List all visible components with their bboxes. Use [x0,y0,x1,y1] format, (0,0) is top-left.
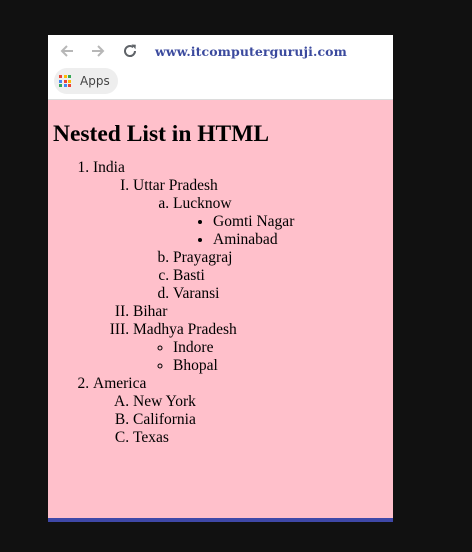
arrow-right-icon [92,45,105,57]
page-heading: Nested List in HTML [53,121,270,147]
list-item-lucknow: Lucknow Gomti Nagar Aminabad [173,195,388,249]
list-item-bhopal: Bhopal [173,357,388,375]
list-item-california: California [133,411,388,429]
list-item-india: India Uttar Pradesh Lucknow Gomti Nagar … [93,159,388,375]
uttar-pradesh-city-list: Lucknow Gomti Nagar Aminabad Prayagraj B… [133,195,388,303]
reload-icon [124,44,137,57]
list-item-aminabad: Aminabad [213,231,388,249]
apps-grid-icon [59,75,71,87]
list-item-new-york: New York [133,393,388,411]
madhya-pradesh-city-list: Indore Bhopal [133,339,388,375]
list-item-label: India [93,159,125,176]
list-item-texas: Texas [133,429,388,447]
list-item-label: America [93,375,147,392]
america-state-list: New York California Texas [93,393,388,447]
apps-label: Apps [80,74,110,88]
list-item-uttar-pradesh: Uttar Pradesh Lucknow Gomti Nagar Aminab… [133,177,388,303]
address-bar-url[interactable]: www.itcomputerguruji.com [155,44,347,59]
list-item-label: Uttar Pradesh [133,177,218,194]
list-item-prayagraj: Prayagraj [173,249,388,267]
india-state-list: Uttar Pradesh Lucknow Gomti Nagar Aminab… [93,177,388,375]
list-item-bihar: Bihar [133,303,388,321]
list-item-label: Lucknow [173,195,232,212]
list-item-gomti-nagar: Gomti Nagar [213,213,388,231]
back-button[interactable] [55,39,79,63]
lucknow-area-list: Gomti Nagar Aminabad [173,213,388,249]
page-content: Nested List in HTML India Uttar Pradesh … [53,120,388,447]
list-item-basti: Basti [173,267,388,285]
list-item-madhya-pradesh: Madhya Pradesh Indore Bhopal [133,321,388,375]
forward-button[interactable] [86,39,110,63]
country-list: India Uttar Pradesh Lucknow Gomti Nagar … [53,159,388,447]
bottom-border [48,518,393,522]
browser-window: www.itcomputerguruji.com Apps Nested Lis… [48,35,393,522]
apps-bookmark[interactable]: Apps [54,68,118,94]
arrow-left-icon [60,45,73,57]
list-item-label: Madhya Pradesh [133,321,237,338]
reload-button[interactable] [118,39,142,63]
list-item-america: America New York California Texas [93,375,388,447]
list-item-varansi: Varansi [173,285,388,303]
list-item-indore: Indore [173,339,388,357]
browser-toolbar: www.itcomputerguruji.com Apps [48,35,393,100]
